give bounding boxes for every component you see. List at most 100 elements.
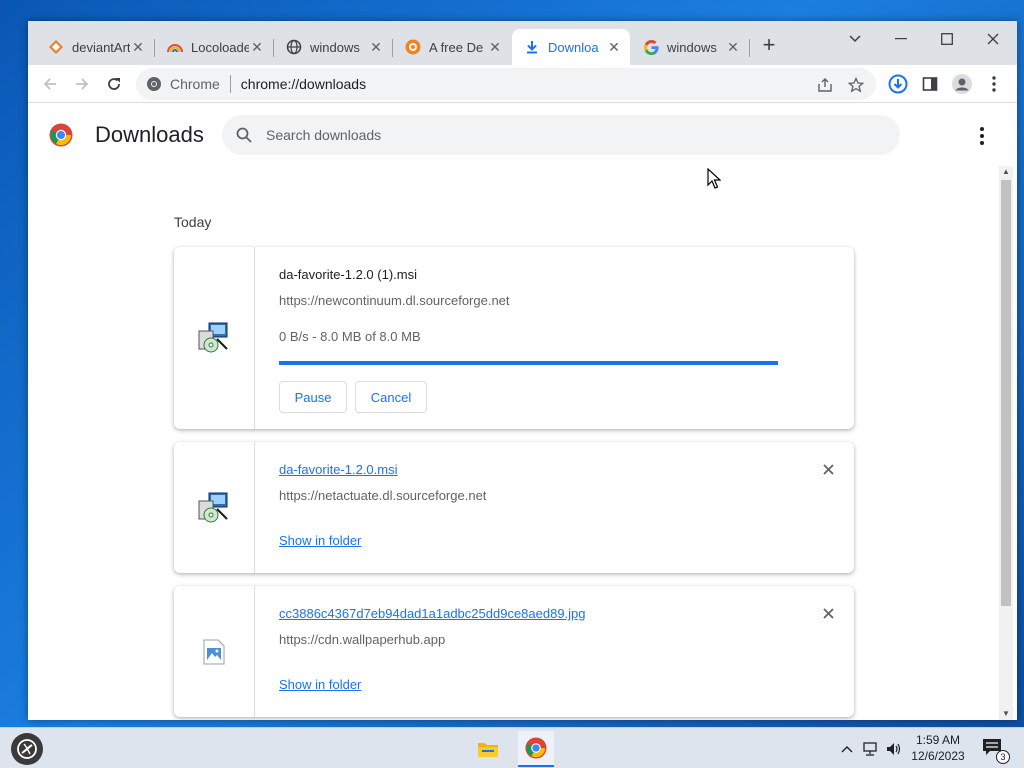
close-window-button[interactable] [978, 27, 1008, 51]
back-button[interactable] [38, 72, 62, 96]
maximize-icon [941, 33, 953, 45]
minimize-icon [895, 38, 907, 40]
show-in-folder-link[interactable]: Show in folder [279, 677, 361, 692]
file-name-link[interactable]: cc3886c4367d7eb94dad1a1adbc25dd9ce8aed89… [279, 606, 586, 621]
chrome-icon [525, 737, 547, 759]
tab-title: Locoloader [191, 39, 249, 55]
chrome-icon [147, 77, 161, 91]
chrome-logo-icon [49, 123, 73, 147]
taskbar-chrome[interactable] [518, 731, 554, 767]
more-vert-dot [980, 141, 984, 145]
download-item: da-favorite-1.2.0.msi https://netactuate… [174, 442, 854, 573]
download-item: da-favorite-1.2.0 (1).msi https://newcon… [174, 247, 854, 429]
scrollbar-thumb[interactable] [1001, 180, 1011, 606]
notification-count-badge: 3 [996, 750, 1010, 764]
profile-button[interactable] [950, 72, 974, 96]
locoloader-icon [167, 39, 183, 55]
chevron-down-icon [849, 35, 861, 43]
more-vert-dot [980, 134, 984, 138]
file-icon-column [174, 586, 255, 717]
close-icon[interactable]: ✕ [368, 39, 384, 55]
show-in-folder-link[interactable]: Show in folder [279, 533, 361, 548]
forward-button[interactable] [70, 72, 94, 96]
side-panel-button[interactable] [918, 72, 942, 96]
arrow-right-icon [76, 78, 89, 90]
close-icon [987, 33, 999, 45]
notification-center-button[interactable]: 3 [982, 738, 1010, 764]
folder-icon [478, 743, 498, 757]
clock-date: 12/6/2023 [911, 749, 965, 763]
close-icon[interactable]: ✕ [606, 39, 622, 55]
downloads-page: Downloads Today da-f [28, 104, 1017, 720]
downloads-toolbar-button[interactable] [886, 72, 910, 96]
site-chip-label: Chrome [170, 76, 220, 92]
tab-downloads[interactable]: Downloa ✕ [512, 29, 630, 65]
chevron-up-icon[interactable] [838, 740, 856, 758]
tab-windows[interactable]: windows ✕ [274, 29, 393, 65]
reload-button[interactable] [102, 72, 126, 96]
sourceforge-icon [405, 39, 421, 55]
address-url[interactable]: chrome://downloads [241, 76, 366, 92]
site-info-chip[interactable]: Chrome [146, 76, 220, 92]
download-progress-bar [279, 361, 778, 365]
download-circle-icon [888, 74, 908, 94]
scroll-up-arrow[interactable]: ▲ [999, 166, 1013, 178]
browser-toolbar: Chrome chrome://downloads [28, 65, 1017, 103]
tab-locoloader[interactable]: Locoloader ✕ [155, 29, 274, 65]
search-input[interactable] [266, 127, 866, 143]
arrow-left-icon [43, 78, 56, 90]
start-button[interactable] [11, 733, 43, 765]
tab-title: Downloa [548, 39, 599, 55]
close-icon[interactable]: ✕ [725, 39, 741, 55]
system-clock[interactable]: 1:59 AM 12/6/2023 [905, 732, 971, 764]
tab-strip: deviantArt ✕ Locoloader ✕ windows ✕ A fr… [28, 21, 1017, 65]
downloads-header: Downloads [28, 104, 1017, 162]
google-icon [643, 39, 659, 55]
search-box[interactable] [222, 115, 900, 155]
tab-deviantart[interactable]: deviantArt ✕ [36, 29, 155, 65]
pause-button[interactable]: Pause [279, 381, 347, 413]
taskbar: 1:59 AM 12/6/2023 3 [0, 727, 1024, 768]
bookmark-star-icon[interactable] [847, 76, 865, 94]
file-source-url: https://newcontinuum.dl.sourceforge.net [279, 293, 510, 308]
page-scrollbar[interactable]: ▲ ▼ [999, 166, 1013, 720]
remove-item-button[interactable] [820, 461, 836, 477]
tab-search-button[interactable] [840, 27, 870, 51]
share-icon[interactable] [816, 76, 834, 94]
tab-title: windows [310, 39, 360, 55]
file-source-url: https://cdn.wallpaperhub.app [279, 632, 446, 647]
omnibox-divider [229, 75, 231, 93]
tab-google-windows[interactable]: windows ✕ [631, 29, 750, 65]
installer-icon [198, 322, 228, 353]
downloads-menu-button[interactable] [970, 124, 994, 148]
installer-icon [198, 492, 228, 522]
new-tab-button[interactable]: + [758, 34, 780, 57]
minimize-button[interactable] [886, 27, 916, 51]
clock-time: 1:59 AM [915, 733, 961, 747]
file-name-link[interactable]: da-favorite-1.2.0.msi [279, 462, 398, 477]
taskbar-file-explorer[interactable] [470, 731, 506, 767]
avatar-icon [952, 74, 972, 94]
cancel-button[interactable]: Cancel [355, 381, 427, 413]
file-icon-column [174, 442, 255, 573]
close-icon[interactable]: ✕ [130, 39, 146, 55]
scroll-down-arrow[interactable]: ▼ [999, 708, 1013, 720]
address-bar[interactable]: Chrome chrome://downloads [136, 68, 876, 100]
download-icon [524, 39, 540, 55]
download-status: 0 B/s - 8.0 MB of 8.0 MB [279, 329, 421, 344]
tab-sourceforge[interactable]: A free De ✕ [393, 29, 511, 65]
tab-title: A free De [429, 39, 484, 55]
network-icon[interactable] [862, 740, 880, 758]
remove-item-button[interactable] [820, 605, 836, 621]
file-source-url: https://netactuate.dl.sourceforge.net [279, 488, 487, 503]
close-icon [822, 463, 834, 475]
more-vert-dot [980, 127, 984, 131]
volume-icon[interactable] [885, 740, 903, 758]
close-icon[interactable]: ✕ [249, 39, 265, 55]
maximize-button[interactable] [932, 27, 962, 51]
close-icon[interactable]: ✕ [487, 39, 503, 55]
browser-window: deviantArt ✕ Locoloader ✕ windows ✕ A fr… [28, 21, 1017, 720]
search-icon [236, 127, 252, 143]
browser-menu-button[interactable] [982, 72, 1006, 96]
tab-title: windows [667, 39, 717, 55]
